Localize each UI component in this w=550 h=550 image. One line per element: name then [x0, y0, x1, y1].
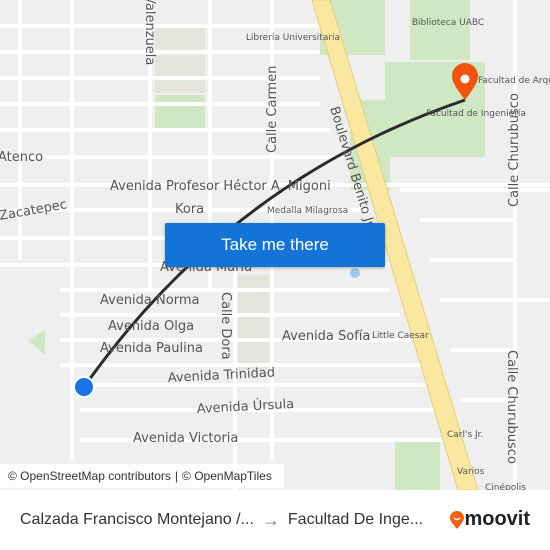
street-label: Kora: [175, 202, 204, 217]
street-label: Calle Churubusco: [504, 350, 519, 464]
street-label: Avenida Olga: [108, 319, 194, 334]
park-area: [155, 55, 205, 93]
poi-label: Facultad de Arquitectura y Diseño: [478, 76, 550, 86]
park-area: [155, 95, 205, 130]
moovit-wordmark: moovit: [464, 508, 530, 530]
map-attribution: © OpenStreetMap contributors | © OpenMap…: [0, 464, 284, 488]
poi-label: Carl's Jr.: [447, 430, 483, 440]
street-label: Valenzuela: [142, 0, 157, 65]
poi-label: Varios: [457, 467, 485, 477]
street-label: Calle Carmen: [265, 66, 280, 153]
moovit-pin-icon: [450, 510, 465, 529]
destination-name: Facultad De Inge...: [287, 511, 424, 528]
osm-attribution-link[interactable]: © OpenStreetMap contributors: [8, 469, 171, 483]
park-area: [395, 440, 440, 490]
street-label: Avenida Sofía: [282, 329, 370, 344]
park-area: [155, 28, 205, 50]
street-label: Avenida Paulina: [100, 341, 203, 356]
transit-stop-icon: [350, 268, 360, 278]
map[interactable]: Avenida Profesor Héctor A. Migoni Kora M…: [0, 0, 550, 490]
park-area: [410, 0, 470, 60]
attribution-separator: |: [174, 469, 179, 483]
poi-label: Biblioteca UABC: [412, 18, 484, 28]
street-label: Zacatepec: [0, 197, 68, 224]
poi-label: Medalla Milagrosa: [267, 206, 348, 216]
street-label: Avenida Victoria: [133, 431, 238, 446]
street-label: Avenida Norma: [100, 293, 199, 308]
route-footer: Calzada Francisco Montejano /... → Facul…: [0, 490, 550, 550]
street-label: Avenida Úrsula: [196, 396, 294, 417]
poi-label: Cinépolis: [485, 482, 526, 490]
origin-marker-icon[interactable]: [73, 376, 95, 398]
take-me-there-button[interactable]: Take me there: [165, 223, 385, 267]
street-label: Calle Dora: [218, 292, 233, 360]
moovit-logo[interactable]: moovit: [450, 508, 530, 531]
street-label: Atenco: [0, 150, 43, 165]
openmaptiles-attribution-link[interactable]: © OpenMapTiles: [182, 469, 272, 483]
poi-label: Facultad de Ingeniería: [426, 109, 526, 119]
poi-label: Librería Universitaria: [246, 33, 340, 43]
street-label: Avenida Profesor Héctor A. Migoni: [110, 179, 331, 194]
poi-label: Little Caesar: [372, 331, 429, 341]
origin-name: Calzada Francisco Montejano /...: [20, 511, 254, 528]
park-area: [28, 330, 45, 355]
arrow-right-icon: →: [261, 509, 280, 530]
street-label: Avenida Trinidad: [167, 365, 275, 386]
